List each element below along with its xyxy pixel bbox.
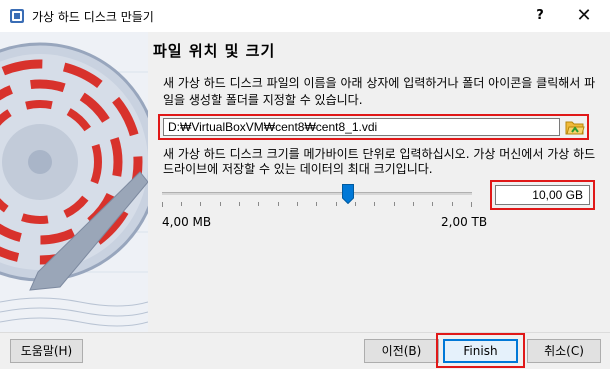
button-bar: 도움말(H) 이전(B) Finish 취소(C) bbox=[0, 332, 610, 369]
close-button[interactable]: ✕ bbox=[565, 2, 603, 30]
file-path-highlight bbox=[158, 114, 589, 140]
slider-min-label: 4,00 MB bbox=[162, 215, 212, 229]
help-button[interactable]: ? bbox=[529, 6, 551, 26]
wizard-illustration bbox=[0, 32, 148, 332]
size-slider[interactable] bbox=[162, 182, 482, 212]
virtualbox-icon bbox=[9, 8, 25, 24]
slider-track[interactable] bbox=[162, 192, 472, 195]
slider-ticks bbox=[162, 202, 472, 207]
size-input[interactable] bbox=[495, 185, 590, 205]
slider-thumb[interactable] bbox=[342, 184, 354, 204]
help-dialog-button[interactable]: 도움말(H) bbox=[10, 339, 83, 363]
window-title: 가상 하드 디스크 만들기 bbox=[32, 10, 154, 24]
main-content: 파일 위치 및 크기 새 가상 하드 디스크 파일의 이름을 아래 상자에 입력… bbox=[148, 32, 610, 332]
size-input-highlight bbox=[490, 180, 595, 210]
location-description: 새 가상 하드 디스크 파일의 이름을 아래 상자에 입력하거나 폴더 아이콘을… bbox=[163, 76, 596, 107]
back-button[interactable]: 이전(B) bbox=[364, 339, 439, 363]
cancel-button[interactable]: 취소(C) bbox=[527, 339, 601, 363]
file-path-input[interactable] bbox=[163, 118, 560, 136]
title-bar: 가상 하드 디스크 만들기 ? ✕ bbox=[0, 0, 610, 32]
slider-max-label: 2,00 TB bbox=[441, 215, 488, 229]
folder-open-icon[interactable] bbox=[565, 117, 585, 137]
finish-button[interactable]: Finish bbox=[443, 339, 518, 363]
page-title: 파일 위치 및 크기 bbox=[153, 42, 276, 60]
size-description: 새 가상 하드 디스크 크기를 메가바이트 단위로 입력하십시오. 가상 머신에… bbox=[163, 147, 596, 176]
